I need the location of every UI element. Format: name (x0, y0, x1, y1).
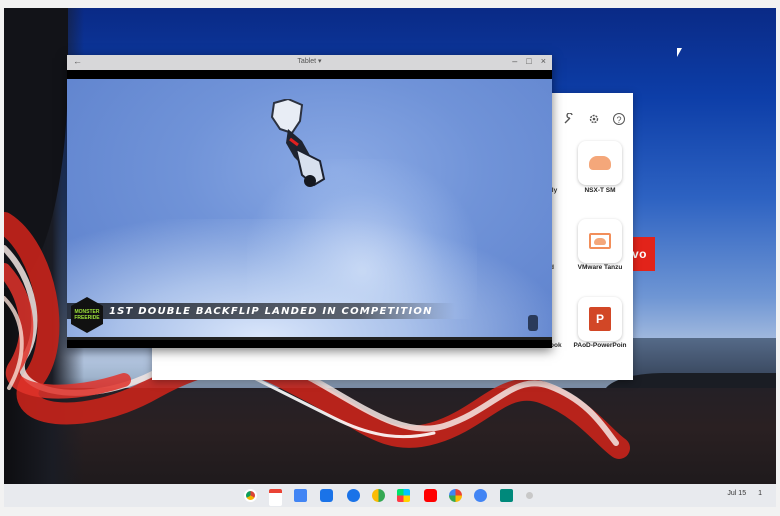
wallpaper-beach (4, 388, 776, 488)
powerpoint-icon: P (589, 307, 611, 331)
monitor-cloud-icon (589, 233, 611, 249)
video-progress-bar[interactable] (67, 337, 552, 340)
taskbar-shelf: Jul 15 1 (4, 484, 776, 507)
app-tile-nsx-t-sm[interactable] (578, 141, 622, 185)
meet-icon[interactable] (500, 489, 513, 502)
chrome-icon[interactable] (244, 489, 257, 502)
mouse-pointer (677, 48, 682, 57)
youtube-icon[interactable] (424, 489, 437, 502)
water-spray-base (67, 219, 552, 337)
app-label-paod-powerpoint: PAoD-PowerPoin (573, 342, 627, 349)
device-bezel: vo ? lly d ook NSX-T SM VMware Tanzu P (0, 0, 780, 516)
app-label-vmware-tanzu: VMware Tanzu (577, 264, 623, 271)
window-titlebar[interactable]: ← Tablet ▾ – □ × (67, 55, 552, 70)
gear-icon[interactable] (588, 113, 600, 125)
desktop: vo ? lly d ook NSX-T SM VMware Tanzu P (4, 8, 776, 507)
app-dot-icon[interactable] (526, 492, 533, 499)
time-label: 1 (758, 490, 762, 497)
maximize-button[interactable]: □ (526, 56, 531, 66)
help-icon[interactable]: ? (613, 113, 625, 125)
cloud-icon (589, 156, 611, 170)
close-button[interactable]: × (541, 56, 546, 66)
status-tray[interactable]: Jul 15 1 (727, 490, 762, 497)
window-title[interactable]: Tablet ▾ (67, 57, 552, 65)
app-label-nsx-t-sm: NSX-T SM (584, 187, 616, 194)
video-player[interactable]: MONSTER FREERIDE 1ST DOUBLE BACKFLIP LAN… (67, 79, 552, 337)
app-tile-paod-powerpoint[interactable]: P (578, 297, 622, 341)
jetski-rider-image (270, 99, 326, 187)
wrench-icon[interactable] (563, 113, 575, 125)
video-window[interactable]: ← Tablet ▾ – □ × MONSTER FREERIDE 1ST DO… (67, 55, 552, 348)
app-tile-vmware-tanzu[interactable] (578, 219, 622, 263)
reminder-icon[interactable] (474, 489, 487, 502)
minimize-button[interactable]: – (512, 56, 517, 66)
gmail-icon[interactable] (269, 489, 282, 506)
files-icon[interactable] (320, 489, 333, 502)
docs-icon[interactable] (294, 489, 307, 502)
channel-watermark-icon (528, 315, 538, 331)
play-store-icon[interactable] (397, 489, 410, 502)
video-caption: 1ST DOUBLE BACKFLIP LANDED IN COMPETITIO… (109, 306, 433, 317)
date-label: Jul 15 (727, 490, 747, 497)
messages-icon[interactable] (347, 489, 360, 502)
photos-icon[interactable] (449, 489, 462, 502)
gallery-icon[interactable] (372, 489, 385, 502)
